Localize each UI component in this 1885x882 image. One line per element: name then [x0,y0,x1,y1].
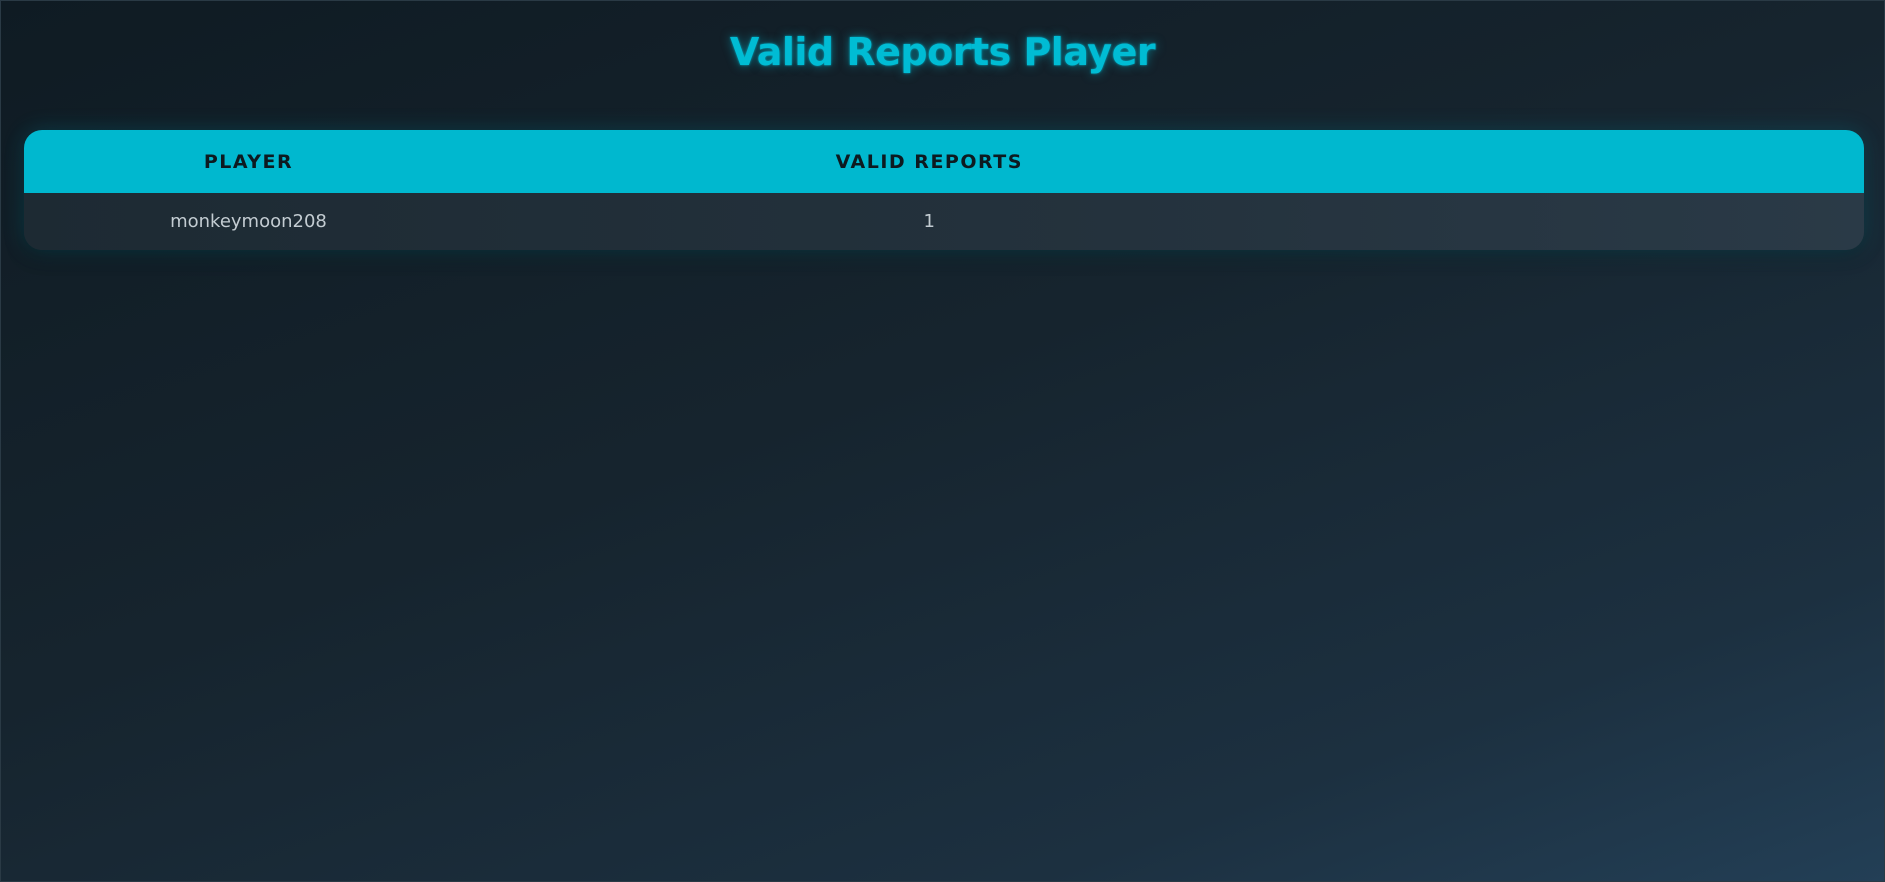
column-header-valid-reports[interactable]: VALID REPORTS [473,130,1864,193]
table-header: PLAYER VALID REPORTS [24,130,1864,193]
table-body: monkeymoon208 1 [24,193,1864,250]
table-row[interactable]: monkeymoon208 1 [24,193,1864,250]
table-header-row: PLAYER VALID REPORTS [24,130,1864,193]
reports-table-card: PLAYER VALID REPORTS monkeymoon208 1 [24,130,1864,250]
reports-table: PLAYER VALID REPORTS monkeymoon208 1 [24,130,1864,250]
player-cell: monkeymoon208 [170,211,327,232]
column-header-player[interactable]: PLAYER [24,130,473,193]
valid-reports-cell: 1 [923,211,935,232]
page-title: Valid Reports Player [729,30,1156,74]
